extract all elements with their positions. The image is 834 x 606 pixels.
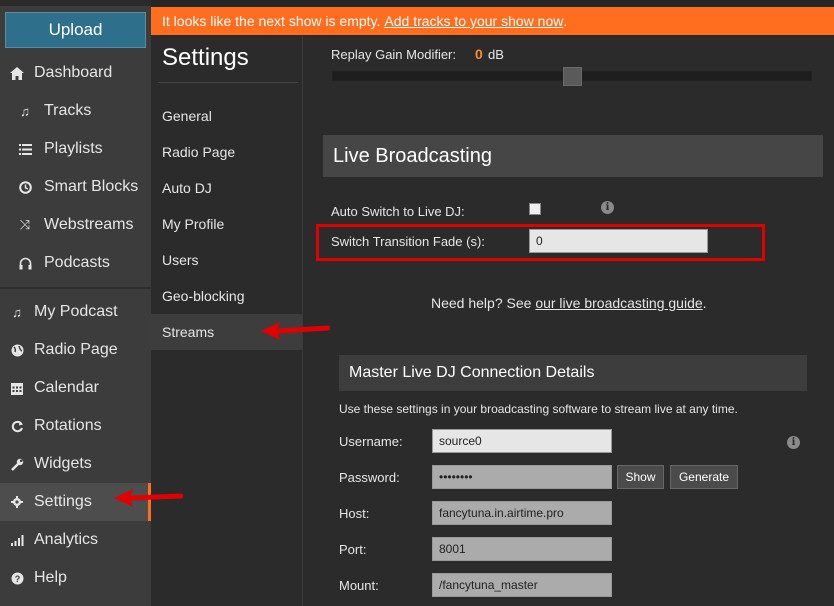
sidebar-item-radio-page[interactable]: Radio Page (0, 331, 151, 369)
top-strip (151, 0, 834, 7)
auto-switch-checkbox[interactable] (529, 203, 541, 215)
username-field[interactable]: source0 (432, 429, 612, 453)
replay-gain-slider-handle[interactable] (563, 67, 582, 86)
home-icon (10, 66, 24, 80)
streams-settings-panel: Replay Gain Modifier: 0 dB Live Broadcas… (304, 36, 834, 606)
music-note-icon: ♫ (20, 103, 30, 119)
upload-button[interactable]: Upload (5, 12, 146, 48)
password-field[interactable]: •••••••• (432, 465, 612, 489)
sidebar-item-webstreams[interactable]: ⤨ Webstreams (0, 206, 151, 244)
refresh-icon (10, 420, 24, 433)
wrench-icon (10, 458, 24, 471)
sidebar-item-label: Help (34, 569, 67, 586)
sidebar-item-playlists[interactable]: Playlists (0, 130, 151, 168)
mount-label: Mount: (339, 578, 379, 593)
sidebar-item-label: Analytics (34, 531, 99, 548)
add-tracks-link[interactable]: Add tracks to your show now (384, 13, 563, 29)
svg-text:?: ? (14, 574, 20, 584)
sidebar: Upload Dashboard ♫ Tracks Playlists Smar… (0, 0, 151, 606)
host-label: Host: (339, 506, 370, 521)
replay-gain-unit: dB (488, 47, 504, 62)
sidebar-item-label: Podcasts (44, 254, 110, 271)
sidebar-item-help[interactable]: ? Help (0, 559, 151, 597)
sidebar-item-my-podcast[interactable]: ♫ My Podcast (0, 293, 151, 331)
port-label: Port: (339, 542, 367, 557)
app-root: Upload Dashboard ♫ Tracks Playlists Smar… (0, 0, 834, 606)
shuffle-icon: ⤨ (19, 217, 31, 232)
live-broadcasting-header: Live Broadcasting (323, 135, 823, 177)
sidebar-item-label: Calendar (34, 379, 99, 396)
arrow-annotation-icon (261, 322, 330, 340)
transition-fade-input[interactable]: 0 (529, 229, 708, 253)
host-field[interactable]: fancytuna.in.airtime.pro (432, 501, 612, 525)
help-suffix: . (702, 295, 707, 311)
sidebar-item-label: Widgets (34, 455, 92, 472)
sidebar-item-label: Settings (34, 493, 92, 510)
headphones-icon (18, 257, 32, 270)
mount-field[interactable]: /fancytuna_master (432, 573, 612, 597)
sidebar-item-label: Dashboard (34, 64, 113, 81)
sidebar-item-podcasts[interactable]: Podcasts (0, 244, 151, 282)
live-broadcasting-guide-link[interactable]: our live broadcasting guide (535, 295, 702, 311)
show-password-button[interactable]: Show (617, 465, 664, 489)
sidebar-item-label: Radio Page (34, 341, 118, 358)
empty-show-banner: It looks like the next show is empty. Ad… (151, 7, 834, 35)
sidebar-item-smart-blocks[interactable]: Smart Blocks (0, 168, 151, 206)
sidebar-item-dashboard[interactable]: Dashboard (0, 54, 151, 92)
auto-switch-label: Auto Switch to Live DJ: (331, 204, 465, 219)
help-text: Need help? See our live broadcasting gui… (431, 295, 707, 311)
sidebar-item-label: Playlists (44, 140, 103, 157)
bar-chart-icon (10, 534, 24, 546)
sidebar-item-tracks[interactable]: ♫ Tracks (0, 92, 151, 130)
sidebar-item-rotations[interactable]: Rotations (0, 407, 151, 445)
settings-item-my-profile[interactable]: My Profile (151, 206, 302, 242)
sidebar-top-strip (0, 0, 151, 6)
banner-text: It looks like the next show is empty. (162, 13, 381, 29)
banner-suffix: . (563, 13, 568, 29)
music-note-icon: ♫ (12, 304, 22, 320)
help-prefix: Need help? See (431, 295, 532, 311)
master-dj-header: Master Live DJ Connection Details (339, 355, 807, 391)
globe-icon (10, 344, 24, 357)
question-icon: ? (10, 572, 24, 585)
sidebar-item-label: Tracks (44, 102, 92, 119)
sidebar-item-analytics[interactable]: Analytics (0, 521, 151, 559)
transition-fade-label: Switch Transition Fade (s): (331, 234, 485, 249)
info-icon[interactable]: i (601, 201, 614, 214)
settings-item-geo-blocking[interactable]: Geo-blocking (151, 278, 302, 314)
username-label: Username: (339, 434, 403, 449)
settings-item-general[interactable]: General (151, 98, 302, 134)
gear-icon (10, 496, 24, 508)
replay-gain-label: Replay Gain Modifier: (331, 47, 456, 62)
settings-title-divider (158, 82, 298, 83)
sidebar-item-label: Webstreams (44, 216, 134, 233)
sidebar-item-widgets[interactable]: Widgets (0, 445, 151, 483)
master-dj-description: Use these settings in your broadcasting … (339, 402, 738, 416)
settings-title: Settings (162, 44, 249, 71)
port-field[interactable]: 8001 (432, 537, 612, 561)
calendar-icon (10, 382, 24, 395)
settings-item-auto-dj[interactable]: Auto DJ (151, 170, 302, 206)
sidebar-item-label: Rotations (34, 417, 102, 434)
info-icon[interactable]: i (787, 436, 800, 449)
arrow-annotation-icon (114, 489, 183, 507)
settings-item-radio-page[interactable]: Radio Page (151, 134, 302, 170)
settings-item-users[interactable]: Users (151, 242, 302, 278)
clock-icon (18, 180, 32, 194)
password-label: Password: (339, 470, 400, 485)
sidebar-divider (0, 287, 151, 289)
sidebar-item-label: Smart Blocks (44, 178, 139, 195)
sidebar-item-calendar[interactable]: Calendar (0, 369, 151, 407)
sidebar-item-label: My Podcast (34, 303, 118, 320)
list-icon (18, 143, 32, 155)
generate-password-button[interactable]: Generate (670, 465, 738, 489)
replay-gain-value: 0 (475, 46, 483, 62)
